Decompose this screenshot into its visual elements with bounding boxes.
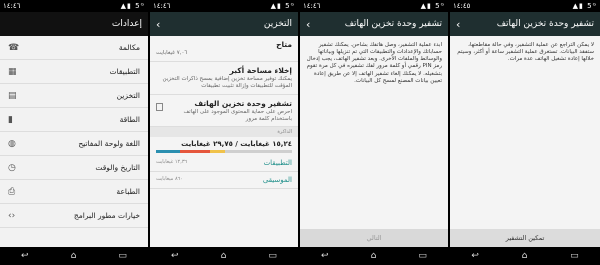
- settings-list: مكالمة ☎ التطبيقات ▦ التخزين ▤ الطاقة ▮ اللغ…: [0, 36, 148, 247]
- usage-bar-segment-apps: [180, 150, 211, 154]
- home-nav-icon[interactable]: ⌂: [371, 251, 377, 261]
- available-label: متاح: [276, 40, 292, 49]
- printer-icon: ⎙: [8, 186, 16, 197]
- settings-item-printing[interactable]: الطباعة ⎙: [0, 180, 148, 204]
- signal-icons: ▲▮ 5ᴳ: [270, 2, 295, 10]
- settings-item-power[interactable]: الطاقة ▮: [0, 108, 148, 132]
- status-bar: ١٤:٤٦ ▲▮ 5ᴳ: [0, 0, 148, 12]
- status-time: ١٤:٤٦: [153, 2, 171, 10]
- signal-icons: ▲▮ 5ᴳ: [420, 2, 445, 10]
- settings-item-call[interactable]: مكالمة ☎: [0, 36, 148, 60]
- usage-bar-segment-used: [156, 150, 181, 154]
- code-icon: ‹›: [8, 210, 16, 221]
- encrypt-item[interactable]: تشفير وحدة تخزين الهاتف احرص على حماية ا…: [150, 95, 298, 128]
- signal-icons: ▲▮ 5ᴳ: [572, 2, 597, 10]
- settings-item-datetime[interactable]: التاريخ والوقت ◷: [0, 156, 148, 180]
- nav-bar: ↩ ⌂ ▭: [150, 247, 298, 265]
- settings-screen: ١٤:٤٦ ▲▮ 5ᴳ إعدادات مكالمة ☎ التطبيقات ▦ ا…: [0, 0, 148, 265]
- next-button[interactable]: التالي: [300, 229, 448, 247]
- apps-storage-item[interactable]: التطبيقات ١٢,٣٦ غيغابايت: [150, 155, 298, 173]
- memory-section-header: الذاكرة: [150, 127, 298, 138]
- signal-icons: ▲▮ 5ᴳ: [120, 2, 145, 10]
- status-bar: ١٤:٤٦ ▲▮ 5ᴳ: [300, 0, 448, 12]
- usage-bar: [156, 150, 292, 154]
- back-arrow-icon[interactable]: ›: [456, 18, 460, 31]
- available-size: ٧,٠٦ غيغابايت: [156, 50, 188, 56]
- recents-nav-icon[interactable]: ▭: [570, 251, 579, 261]
- settings-item-developer[interactable]: خيارات مطور البرامج ‹›: [0, 204, 148, 228]
- phone-icon: ☎: [8, 42, 20, 53]
- back-arrow-icon[interactable]: ›: [156, 18, 160, 31]
- status-time: ١٤:٤٥: [453, 2, 471, 10]
- settings-item-apps[interactable]: التطبيقات ▦: [0, 60, 148, 84]
- recents-nav-icon[interactable]: ▭: [418, 251, 427, 261]
- encrypt-checkbox[interactable]: [156, 102, 163, 111]
- usage-text: ١٥,٢٤ غيغابايت / ٢٩,٧٥ غيغابايت: [181, 140, 292, 149]
- app-bar: تشفير وحدة تخزين الهاتف ›: [300, 12, 448, 36]
- nav-bar: ↩ ⌂ ▭: [450, 247, 600, 265]
- page-title: التخزين: [263, 19, 292, 29]
- page-title: تشفير وحدة تخزين الهاتف: [344, 19, 442, 29]
- back-nav-icon[interactable]: ↩: [21, 251, 29, 261]
- page-title: تشفير وحدة تخزين الهاتف: [496, 19, 594, 29]
- nav-bar: ↩ ⌂ ▭: [0, 247, 148, 265]
- storage-icon: ▤: [8, 90, 17, 101]
- usage-bar-segment-other: [210, 150, 226, 154]
- status-bar: ١٤:٤٦ ▲▮ 5ᴳ: [150, 0, 298, 12]
- home-nav-icon[interactable]: ⌂: [221, 251, 227, 261]
- nav-bar: ↩ ⌂ ▭: [300, 247, 448, 265]
- storage-content: متاح ٧,٠٦ غيغابايت إخلاء مساحة أكبر يمكن…: [150, 36, 298, 247]
- encrypt-warning: لا يمكن التراجع عن عملية التشفير، وفي حا…: [450, 36, 600, 229]
- clock-icon: ◷: [8, 162, 16, 173]
- free-space-item[interactable]: إخلاء مساحة أكبر يمكنك توفير مساحة تخزين…: [150, 62, 298, 95]
- encrypt-confirm-screen: ١٤:٤٥ ▲▮ 5ᴳ تشفير وحدة تخزين الهاتف › لا…: [450, 0, 600, 265]
- globe-icon: ◍: [8, 138, 16, 149]
- back-nav-icon[interactable]: ↩: [321, 251, 329, 261]
- usage-block: ١٥,٢٤ غيغابايت / ٢٩,٧٥ غيغابايت: [150, 137, 298, 148]
- enable-encryption-button[interactable]: تمكين التشفير: [450, 229, 600, 247]
- status-bar: ١٤:٤٥ ▲▮ 5ᴳ: [450, 0, 600, 12]
- apps-grid-icon: ▦: [8, 66, 17, 77]
- usage-bar-segment-free: [225, 150, 292, 154]
- back-nav-icon[interactable]: ↩: [171, 251, 179, 261]
- recents-nav-icon[interactable]: ▭: [118, 251, 127, 261]
- music-storage-item[interactable]: الموسيقى ٨٦٠ ميغابايت: [150, 172, 298, 190]
- back-arrow-icon[interactable]: ›: [306, 18, 310, 31]
- app-bar: إعدادات: [0, 12, 148, 36]
- app-bar: التخزين ›: [150, 12, 298, 36]
- battery-icon: ▮: [8, 114, 13, 125]
- storage-screen: ١٤:٤٦ ▲▮ 5ᴳ التخزين › متاح ٧,٠٦ غيغابايت…: [150, 0, 298, 265]
- page-title: إعدادات: [111, 19, 142, 29]
- recents-nav-icon[interactable]: ▭: [268, 251, 277, 261]
- settings-item-language[interactable]: اللغة ولوحة المفاتيح ◍: [0, 132, 148, 156]
- status-time: ١٤:٤٦: [3, 2, 21, 10]
- app-bar: تشفير وحدة تخزين الهاتف ›: [450, 12, 600, 36]
- back-nav-icon[interactable]: ↩: [471, 251, 479, 261]
- encrypt-description: ابدء عملية التشفير، وصل هاتفك بشاحن. يمك…: [300, 36, 448, 229]
- home-nav-icon[interactable]: ⌂: [522, 251, 528, 261]
- available-block: متاح ٧,٠٦ غيغابايت: [150, 36, 298, 62]
- encrypt-intro-screen: ١٤:٤٦ ▲▮ 5ᴳ تشفير وحدة تخزين الهاتف › اب…: [300, 0, 448, 265]
- settings-item-storage[interactable]: التخزين ▤: [0, 84, 148, 108]
- home-nav-icon[interactable]: ⌂: [71, 251, 77, 261]
- status-time: ١٤:٤٦: [303, 2, 321, 10]
